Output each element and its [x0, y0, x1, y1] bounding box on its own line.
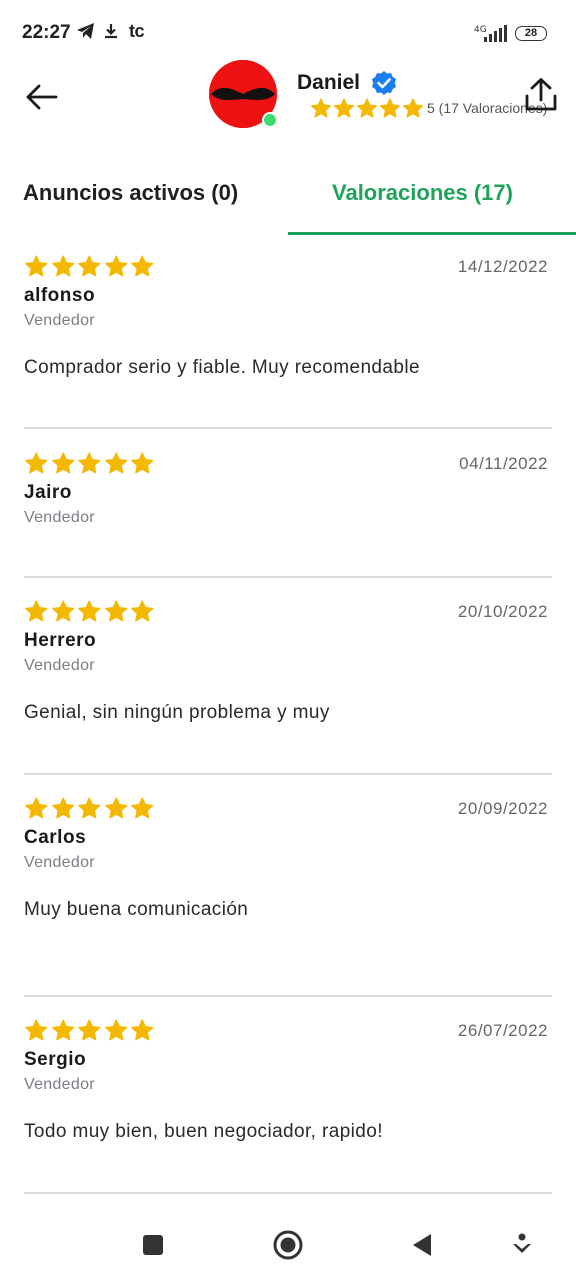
star-icon [333, 98, 355, 118]
star-icon [310, 98, 332, 118]
review-stars [24, 1019, 155, 1042]
tab-reviews[interactable]: Valoraciones (17) [332, 180, 513, 206]
reviewer-name[interactable]: Carlos [24, 827, 86, 849]
telegram-icon [77, 23, 94, 39]
star-icon [131, 600, 154, 622]
review-stars [24, 797, 155, 820]
review-date: 20/09/2022 [457, 799, 548, 818]
status-time: 22:27 [22, 22, 71, 43]
review-divider [24, 576, 552, 578]
review-date: 26/07/2022 [457, 1021, 548, 1040]
review-item: 26/07/2022 Sergio Vendedor Todo muy bien… [24, 1019, 552, 1169]
star-icon [78, 600, 101, 622]
review-date: 20/10/2022 [457, 602, 548, 621]
battery-icon: 28 [515, 26, 547, 41]
star-icon [78, 1019, 101, 1041]
review-divider [24, 995, 552, 997]
review-item: 04/11/2022 Jairo Vendedor [24, 452, 552, 552]
star-icon [25, 255, 48, 277]
review-divider [24, 427, 552, 429]
review-comment: Comprador serio y fiable. Muy recomendab… [24, 357, 420, 378]
reviewer-name[interactable]: Herrero [24, 630, 96, 652]
review-divider [24, 773, 552, 775]
star-icon [379, 98, 401, 118]
star-icon [51, 600, 74, 622]
online-status-dot [262, 112, 278, 128]
reviewer-name[interactable]: Sergio [24, 1049, 86, 1071]
star-icon [356, 98, 378, 118]
star-icon [51, 797, 74, 819]
reviewer-name[interactable]: Jairo [24, 482, 72, 504]
star-icon [51, 1019, 74, 1041]
share-icon[interactable] [522, 76, 560, 114]
user-name[interactable]: Daniel [297, 71, 360, 95]
star-icon [104, 1019, 127, 1041]
review-comment: Genial, sin ningún problema y muy [24, 702, 330, 723]
reviewer-role: Vendedor [24, 509, 95, 526]
star-icon [131, 255, 154, 277]
star-icon [131, 797, 154, 819]
review-date: 04/11/2022 [459, 454, 548, 473]
system-nav-bar [0, 1214, 576, 1280]
star-icon [104, 452, 127, 474]
star-icon [402, 98, 424, 118]
reviewer-role: Vendedor [24, 657, 95, 674]
star-icon [131, 452, 154, 474]
star-icon [51, 255, 74, 277]
expand-down-icon[interactable] [511, 1233, 533, 1257]
tc-app-icon: tc [129, 21, 145, 41]
review-item: 14/12/2022 alfonso Vendedor Comprador se… [24, 255, 552, 405]
star-icon [104, 255, 127, 277]
star-icon [25, 600, 48, 622]
star-icon [25, 1019, 48, 1041]
back-arrow-icon[interactable] [22, 78, 60, 116]
review-stars [24, 452, 155, 475]
active-tab-indicator [288, 232, 576, 235]
reviewer-role: Vendedor [24, 854, 95, 871]
reviewer-role: Vendedor [24, 312, 95, 329]
header-rating-stars [310, 98, 424, 119]
star-icon [104, 797, 127, 819]
review-date: 14/12/2022 [457, 257, 548, 276]
review-stars [24, 600, 155, 623]
verified-badge-icon [372, 71, 396, 95]
signal-icon: 4G [474, 25, 507, 42]
tab-active-listings[interactable]: Anuncios activos (0) [23, 180, 238, 206]
review-stars [24, 255, 155, 278]
review-divider [24, 1192, 552, 1194]
back-triangle-icon[interactable] [410, 1232, 434, 1258]
profile-tabs: Anuncios activos (0) Valoraciones (17) [0, 160, 576, 236]
star-icon [25, 797, 48, 819]
review-comment: Muy buena comunicación [24, 899, 249, 920]
reviewer-role: Vendedor [24, 1076, 95, 1093]
review-item: 20/10/2022 Herrero Vendedor Genial, sin … [24, 600, 552, 750]
home-circle-icon[interactable] [272, 1229, 304, 1261]
star-icon [78, 797, 101, 819]
star-icon [78, 255, 101, 277]
download-icon [105, 24, 117, 39]
reviewer-name[interactable]: alfonso [24, 285, 95, 307]
network-label: 4G [474, 25, 487, 35]
profile-header: Daniel 5 (17 Valoraciones) [0, 56, 576, 140]
star-icon [51, 452, 74, 474]
star-icon [131, 1019, 154, 1041]
star-icon [104, 600, 127, 622]
review-item: 20/09/2022 Carlos Vendedor Muy buena com… [24, 797, 552, 967]
star-icon [25, 452, 48, 474]
recents-square-icon[interactable] [141, 1233, 165, 1257]
review-comment: Todo muy bien, buen negociador, rapido! [24, 1121, 383, 1142]
star-icon [78, 452, 101, 474]
